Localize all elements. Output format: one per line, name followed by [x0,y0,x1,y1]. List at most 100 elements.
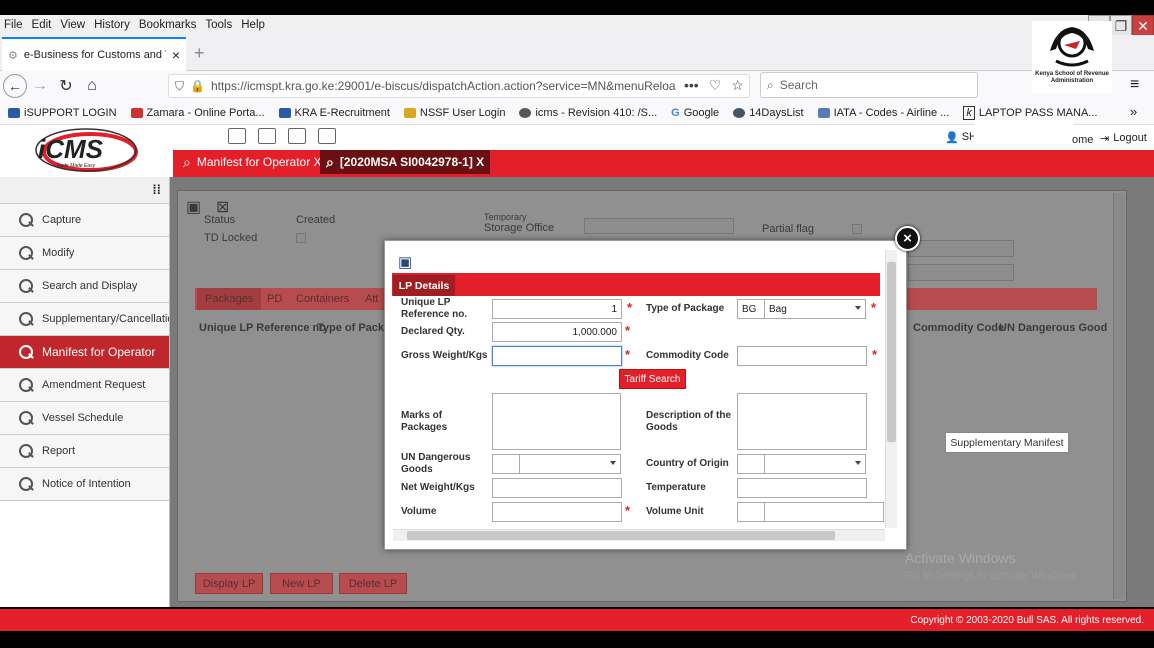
sidebar-item-search-display[interactable]: Search and Display [0,270,169,303]
declared-qty-input[interactable]: 1,000.000 [492,322,622,342]
window-layout-icon[interactable] [228,128,246,144]
bookmark-kra[interactable]: KRA E-Recruitment [278,107,390,119]
delete-lp-button[interactable]: Delete LP [339,573,407,594]
tab-close-icon[interactable]: × [172,47,180,63]
bookmark-label: NSSF User Login [419,106,506,119]
ksra-emblem-icon [1050,27,1094,67]
grid-menu-icon[interactable]: ⁞⁞ [152,182,161,197]
bookmarks-overflow-icon[interactable]: » [1130,104,1138,119]
un-dangerous-code[interactable] [492,454,520,474]
sidebar-item-supplementary[interactable]: Supplementary/Cancellation [0,303,169,336]
url-bar[interactable]: ⛉ 🔒 https://icmspt.kra.go.ke:29001/e-bis… [168,74,750,98]
volume-unit-code[interactable] [737,502,765,522]
menu-file[interactable]: File [4,19,23,31]
sidebar-item-vessel-schedule[interactable]: Vessel Schedule [0,402,169,435]
sidebar-item-report[interactable]: Report [0,435,169,468]
new-tab-icon[interactable]: + [194,43,205,64]
tab-lp-details[interactable]: LP Details [393,275,455,296]
net-weight-input[interactable] [492,478,622,498]
menu-history[interactable]: History [94,19,130,31]
window-tile-icon[interactable] [288,128,306,144]
home-link[interactable]: ome [1072,134,1093,146]
tab-packages[interactable]: Packages [197,288,262,310]
lock-icon: 🔒 [190,79,205,93]
bookmark-google[interactable]: G Google [671,107,719,119]
window-cascade-icon[interactable] [258,128,276,144]
menu-bookmarks[interactable]: Bookmarks [139,19,197,31]
sidebar-item-capture[interactable]: Capture [0,204,169,237]
modal-save-icon[interactable]: ▣ [398,253,412,271]
menu-help[interactable]: Help [241,19,265,31]
supplementary-manifest-tooltip: Supplementary Manifest [945,432,1069,453]
tab-pd[interactable]: PD [259,288,290,310]
modal-vertical-scrollbar[interactable] [885,250,897,528]
tab-containers[interactable]: Containers [288,288,357,310]
gross-weight-input[interactable] [492,346,622,366]
commodity-code-input[interactable] [737,346,867,366]
menu-edit[interactable]: Edit [32,19,52,31]
tab-manifest-detail[interactable]: ⌕ [2020MSA SI0042978-1] X [320,150,491,174]
menu-view[interactable]: View [60,19,85,31]
un-dangerous-select[interactable] [519,454,621,474]
volume-unit-select[interactable] [764,502,884,522]
marks-packages-textarea[interactable] [492,393,621,450]
sidebar-item-amendment[interactable]: Amendment Request [0,369,169,402]
window-close-icon[interactable]: ✕ [1132,15,1154,37]
sidebar-item-label: Vessel Schedule [42,412,124,424]
sidebar-item-modify[interactable]: Modify [0,237,169,270]
bookmark-icms[interactable]: icms - Revision 410: /S... [519,107,657,119]
volume-input[interactable] [492,502,622,522]
bookmark-nssf[interactable]: NSSF User Login [403,106,506,119]
scroll-thumb[interactable] [887,262,896,442]
description-goods-label: Description of the Goods [646,410,732,433]
bookmark-14days[interactable]: 14DaysList [733,107,804,119]
icms-tagline: Trade Made Easy [56,163,96,169]
bookmark-isupport[interactable]: iSUPPORT LOGIN [8,107,117,119]
country-origin-code[interactable] [737,454,765,474]
bookmark-iata[interactable]: IATA - Codes - Airline ... [817,107,949,119]
required-marker: * [871,300,877,315]
sidebar-item-label: Amendment Request [42,379,146,391]
restore-icon[interactable]: ❐ [1110,15,1132,37]
menu-tools[interactable]: Tools [205,19,232,31]
forward-icon[interactable]: → [27,77,53,95]
bookmark-laptop[interactable]: k LAPTOP PASS MANA... [963,105,1097,120]
description-goods-textarea[interactable] [737,393,867,450]
tariff-search-button[interactable]: Tariff Search [619,369,686,389]
hamburger-menu-icon[interactable]: ≡ [1130,76,1139,94]
display-lp-button[interactable]: Display LP [195,573,263,594]
unique-lp-input[interactable]: 1 [492,299,622,319]
user-name-mask [974,120,1074,153]
type-package-code[interactable]: BG [737,299,765,319]
logout-button[interactable]: ⇥ Logout [1100,132,1147,145]
scroll-thumb[interactable] [407,531,835,540]
browser-tab[interactable]: ⚙ e-Business for Customs and T × [2,37,186,71]
partial-flag-checkbox [852,224,862,234]
modal-close-button[interactable]: × [895,226,920,251]
country-origin-select[interactable] [764,454,866,474]
window-stack-icon[interactable] [318,128,336,144]
search-icon [18,311,34,327]
modal-horizontal-scrollbar[interactable] [393,529,885,541]
pocket-icon[interactable]: ♡ [709,77,722,94]
back-icon[interactable]: ← [3,74,27,98]
bookmark-zamara[interactable]: Zamara - Online Porta... [130,107,265,119]
star-icon[interactable]: ☆ [731,77,744,94]
type-package-select[interactable]: Bag [764,299,866,319]
sidebar-item-manifest-operator[interactable]: Manifest for Operator [0,336,169,369]
copyright-text: Copyright © 2003-2020 Bull SAS. All righ… [910,614,1144,626]
home-icon[interactable]: ⌂ [79,77,105,95]
user-icon: 👤 [945,132,959,144]
new-lp-button[interactable]: New LP [270,573,333,594]
volume-unit-label: Volume Unit [646,506,704,517]
chevron-down-icon [855,461,861,465]
search-input[interactable]: ⌕ Search [760,72,978,98]
more-icon[interactable]: ••• [684,77,699,94]
main-scrollbar[interactable] [1113,193,1125,599]
tab-manifest-for-operator[interactable]: ⌕ Manifest for Operator X [177,150,328,174]
tab-att[interactable]: Att [357,288,386,310]
sidebar-item-notice[interactable]: Notice of Intention [0,468,169,501]
reload-icon[interactable]: ↻ [53,76,79,96]
unique-lp-label: Unique LP Reference no. [401,297,468,320]
temperature-input[interactable] [737,478,867,498]
